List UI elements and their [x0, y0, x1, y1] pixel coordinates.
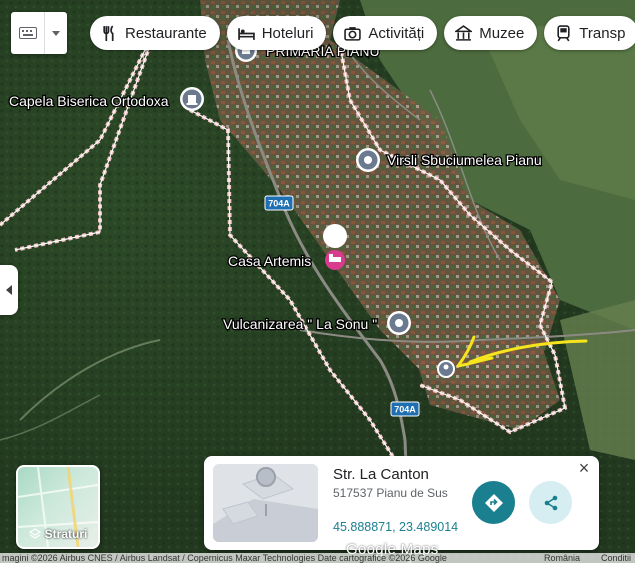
chip-muzee[interactable]: Muzee [444, 16, 538, 50]
layers-label: Straturi [44, 527, 88, 541]
road-shield: 704A [390, 401, 420, 417]
place-address: 517537 Pianu de Sus [333, 486, 448, 500]
place-title: Str. La Canton [333, 466, 429, 483]
layers-button[interactable]: Straturi [16, 465, 100, 549]
road-shield: 704A [264, 195, 294, 211]
chip-label: Transp [579, 24, 626, 42]
keyboard-shortcuts-button[interactable] [11, 12, 67, 54]
chip-transport[interactable]: Transp [544, 16, 635, 50]
chip-restaurante[interactable]: Restaurante [90, 16, 220, 50]
collapse-side-panel-button[interactable] [0, 265, 18, 315]
chip-activitati[interactable]: Activități [333, 16, 438, 50]
region-link[interactable]: România [544, 553, 580, 563]
terms-link[interactable]: Conditii [601, 553, 631, 563]
bed-icon [237, 27, 255, 40]
attribution-text: magini ©2026 Airbus CNES / Airbus Landsa… [2, 553, 447, 563]
share-button[interactable] [529, 481, 572, 524]
svg-text:Vulcanizarea " La Sonu ": Vulcanizarea " La Sonu " [223, 316, 377, 332]
chip-label: Muzee [479, 24, 525, 42]
place-card[interactable]: Str. La Canton 517537 Pianu de Sus 45.88… [204, 456, 599, 550]
directions-icon [484, 493, 503, 512]
svg-text:704A: 704A [394, 405, 416, 415]
chip-label: Hoteluri [261, 24, 314, 42]
share-icon [544, 495, 557, 510]
place-coordinates[interactable]: 45.888871, 23.489014 [333, 520, 458, 534]
camera-icon [344, 26, 362, 41]
chevron-down-icon[interactable] [45, 12, 67, 54]
chip-hoteluri[interactable]: Hoteluri [226, 16, 327, 50]
svg-text:Virsli Sbuciumelea Pianu: Virsli Sbuciumelea Pianu [387, 152, 542, 168]
fork-knife-icon [103, 24, 114, 41]
keyboard-icon [11, 12, 45, 54]
attribution-bar: magini ©2026 Airbus CNES / Airbus Landsa… [0, 553, 635, 563]
svg-text:Casa Artemis: Casa Artemis [228, 253, 311, 269]
selected-location-pin[interactable] [437, 360, 455, 378]
museum-icon [455, 24, 473, 41]
svg-text:704A: 704A [268, 199, 290, 209]
close-icon[interactable]: × [575, 459, 593, 477]
svg-text:Capela Biserica Ortodoxa: Capela Biserica Ortodoxa [9, 93, 169, 109]
train-icon [557, 24, 570, 41]
directions-button[interactable] [472, 481, 515, 524]
category-chips: Restaurante Hoteluri Activități Muzee Tr… [90, 16, 635, 50]
chip-label: Activități [368, 24, 425, 42]
street-view-thumbnail[interactable] [213, 464, 318, 542]
chevron-left-icon [6, 285, 12, 295]
layers-icon [28, 528, 41, 539]
chip-label: Restaurante [125, 24, 207, 42]
